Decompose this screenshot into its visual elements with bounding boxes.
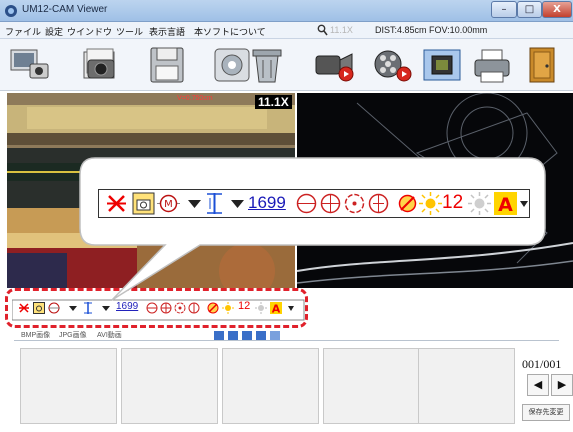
change-save-location-button[interactable]: 保存先変更	[522, 404, 570, 421]
measure-count[interactable]: 1699	[248, 193, 286, 213]
menu-settings[interactable]: 設定	[45, 25, 63, 38]
app-icon	[5, 5, 17, 17]
play-video-button[interactable]	[370, 44, 414, 86]
camera-small-icon[interactable]	[33, 302, 45, 314]
rotate-target-icon[interactable]	[343, 192, 366, 215]
main-toolbar	[0, 39, 573, 91]
target-circle-icon[interactable]	[146, 302, 158, 314]
zoom-readout: 11.1X	[330, 25, 353, 35]
search-icon[interactable]	[317, 24, 328, 36]
floppy-disk-icon	[150, 47, 184, 83]
maximize-button[interactable]: □	[517, 1, 542, 18]
menu-about[interactable]: 本ソフトについて	[194, 25, 266, 38]
window-title: UM12-CAM Viewer	[22, 4, 108, 15]
clear-measure-icon[interactable]	[105, 192, 128, 215]
dim-brightness-icon[interactable]	[468, 192, 491, 215]
dropdown-arrow-icon[interactable]	[519, 192, 529, 215]
record-video-button[interactable]	[312, 44, 356, 86]
menu-file[interactable]: ファイル	[5, 25, 41, 38]
svg-text:M: M	[164, 199, 173, 210]
thumbnail-slot[interactable]	[20, 348, 117, 424]
delete-button[interactable]	[245, 44, 289, 86]
magnification-badge: 11.1X	[255, 95, 292, 109]
camera-monitor-button[interactable]	[8, 44, 52, 86]
target-s-icon[interactable]	[188, 302, 200, 314]
minimize-button[interactable]: –	[491, 1, 517, 18]
marker-m-icon[interactable]: M	[157, 192, 180, 215]
tab-jpg[interactable]: JPG画像	[59, 330, 87, 340]
target-circle-icon[interactable]	[295, 192, 318, 215]
view-mode-icons[interactable]	[214, 331, 294, 341]
trash-icon	[252, 49, 282, 83]
snapshot-button[interactable]	[78, 44, 122, 86]
vertical-measure-icon[interactable]	[203, 192, 226, 215]
clear-measure-icon[interactable]	[18, 302, 30, 314]
exit-door-icon	[529, 47, 555, 83]
marker-m-icon[interactable]	[48, 302, 60, 314]
printer-icon	[474, 49, 510, 83]
chip-icon	[423, 49, 461, 81]
brightness-icon[interactable]	[419, 192, 442, 215]
vertical-measure-icon[interactable]	[82, 302, 94, 314]
dropdown-arrow-icon[interactable]	[67, 302, 79, 314]
no-light-icon[interactable]	[396, 192, 419, 215]
print-button[interactable]	[470, 44, 514, 86]
title-bar: UM12-CAM Viewer – □ X	[0, 0, 573, 22]
camera-icon	[83, 48, 115, 79]
page-counter: 001/001	[522, 357, 562, 371]
thumbnail-slot[interactable]	[222, 348, 319, 424]
menu-bar: ファイル 設定 ウインドウ ツール 表示言語 本ソフトについて 11.1X DI…	[0, 22, 573, 39]
prev-page-button[interactable]: ◀	[527, 374, 549, 396]
magnified-measurement-toolbar: M 1699 12 A	[98, 189, 530, 218]
font-size-value[interactable]: 12	[442, 192, 463, 214]
next-page-button[interactable]: ▶	[551, 374, 573, 396]
dropdown-arrow-icon[interactable]	[100, 302, 112, 314]
crosshair-icon[interactable]	[319, 192, 342, 215]
brightness-icon[interactable]	[222, 302, 234, 314]
rotate-target-icon[interactable]	[174, 302, 186, 314]
menu-tools[interactable]: ツール	[116, 25, 143, 38]
text-color-icon[interactable]: A	[494, 192, 517, 215]
film-reel-icon	[374, 50, 412, 82]
camera-monitor-icon	[10, 49, 49, 79]
dropdown-arrow-icon[interactable]	[226, 192, 249, 215]
menu-window[interactable]: ウインドウ	[67, 25, 112, 38]
menu-language[interactable]: 表示言語	[149, 25, 185, 38]
camera-small-icon[interactable]	[132, 192, 155, 215]
thumbnail-slot[interactable]	[418, 348, 515, 424]
crosshair-icon[interactable]	[160, 302, 172, 314]
tab-avi[interactable]: AVI動画	[97, 330, 122, 340]
measure-label: V=0.750cm	[177, 95, 213, 102]
device-button[interactable]	[420, 44, 464, 86]
font-size-value[interactable]: 12	[238, 300, 250, 312]
text-color-icon[interactable]: A	[270, 302, 282, 314]
measure-count[interactable]: 1699	[116, 301, 138, 312]
distance-fov-readout: DIST:4.85cm FOV:10.00mm	[375, 25, 488, 35]
target-s-icon[interactable]	[367, 192, 390, 215]
video-camera-icon	[315, 53, 354, 82]
dim-brightness-icon[interactable]	[255, 302, 267, 314]
exit-button[interactable]	[520, 44, 564, 86]
save-image-button[interactable]	[145, 44, 189, 86]
thumbnail-slot[interactable]	[323, 348, 420, 424]
dropdown-arrow-icon[interactable]	[285, 302, 297, 314]
tab-bmp[interactable]: BMP画像	[21, 330, 50, 340]
thumbnail-slot[interactable]	[121, 348, 218, 424]
svg-text:A: A	[272, 303, 281, 315]
svg-text:A: A	[498, 194, 513, 215]
no-light-icon[interactable]	[207, 302, 219, 314]
close-button[interactable]: X	[542, 1, 572, 18]
